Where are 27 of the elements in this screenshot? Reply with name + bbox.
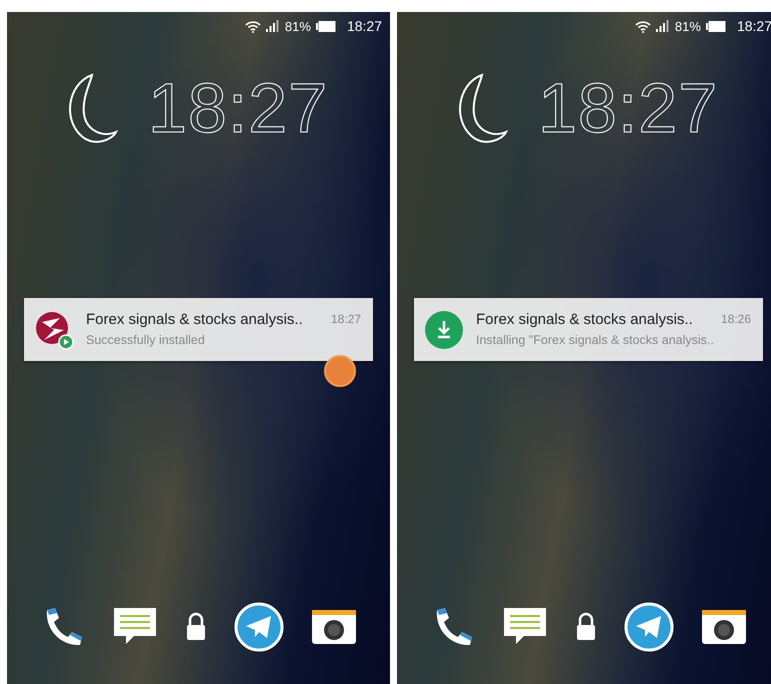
- clock-time: 18:27: [148, 68, 328, 149]
- download-icon: [424, 310, 464, 350]
- notification-time: 18:26: [720, 312, 751, 326]
- wifi-icon: [634, 20, 651, 32]
- notification-time: 18:27: [330, 312, 361, 326]
- clock-time: 18:27: [538, 68, 718, 149]
- notification-card[interactable]: Forex signals & stocks analysis.. Installing "Forex signals & stocks analysis.. 18:26: [414, 298, 763, 361]
- status-time: 18:27: [346, 18, 382, 34]
- notification-card[interactable]: Forex signals & stocks analysis.. Successfully installed 18:27: [24, 298, 373, 361]
- battery-percentage: 81%: [284, 18, 311, 34]
- status-time: 18:27: [736, 18, 771, 34]
- signal-icon: [656, 20, 670, 32]
- camera-icon[interactable]: [310, 609, 356, 645]
- battery-icon: [316, 20, 336, 32]
- signal-icon: [266, 20, 280, 32]
- lock-icon[interactable]: [184, 612, 206, 642]
- paper-plane-icon[interactable]: [234, 602, 284, 652]
- paper-plane-icon[interactable]: [624, 602, 674, 652]
- camera-icon[interactable]: [700, 609, 746, 645]
- notification-title: Forex signals & stocks analysis..: [86, 311, 304, 328]
- battery-percentage: 81%: [674, 18, 701, 34]
- notification-title: Forex signals & stocks analysis..: [476, 311, 694, 328]
- app-logo-icon: [34, 310, 74, 350]
- battery-icon: [706, 20, 726, 32]
- lock-icon[interactable]: [574, 612, 596, 642]
- notification-text: Successfully installed: [86, 332, 206, 348]
- wifi-icon: [244, 20, 261, 32]
